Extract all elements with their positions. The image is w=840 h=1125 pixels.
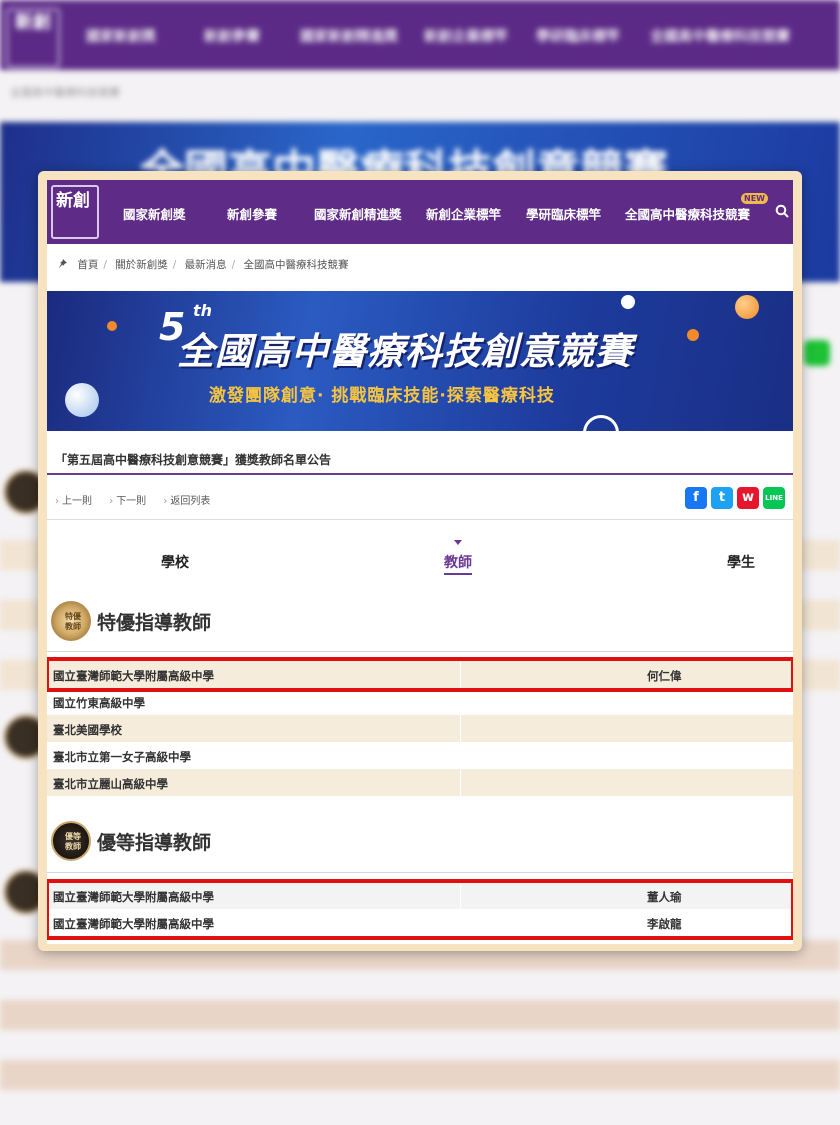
table-row: 臺北美國學校 [47, 715, 793, 742]
new-badge: NEW [741, 193, 768, 204]
black-medal-icon: 優等教師 [51, 821, 91, 861]
bg-nav-item: 新創參賽 [204, 29, 260, 45]
nav-enterprise[interactable]: 新創企業標竿 [426, 204, 501, 223]
table-row: 國立竹東高級中學 [47, 688, 793, 715]
table-row: 臺北市立第一女子高級中學 [47, 742, 793, 769]
section-title-special: 特優指導教師 [97, 612, 212, 634]
section-title-excellent: 優等指導教師 [97, 832, 212, 854]
tab-student[interactable]: 學生 [727, 552, 755, 572]
school-cell: 臺北市立麗山高級中學 [53, 777, 168, 791]
breadcrumb-news[interactable]: 最新消息 [185, 259, 227, 271]
decor-sphere [107, 321, 117, 331]
bg-nav-item: 學研臨床標竿 [536, 29, 620, 45]
weibo-share-icon[interactable]: w [737, 487, 759, 509]
table-row: 臺北市立麗山高級中學 [47, 769, 793, 796]
bg-logo: 新創 [6, 8, 60, 68]
twitter-share-icon[interactable]: t [711, 487, 733, 509]
contest-banner: 5 th 全國高中醫療科技創意競賽 激發團隊創意· 挑戰臨床技能·探索醫療科技 [47, 291, 793, 431]
tab-school[interactable]: 學校 [161, 552, 189, 572]
decor-sphere [65, 383, 99, 417]
nav-clinical[interactable]: 學研臨床標竿 [526, 204, 601, 223]
announcement-title: 「第五屆高中醫療科技創意競賽」獲獎教師名單公告 [55, 453, 332, 467]
next-link[interactable]: › 下一則 [109, 496, 146, 507]
nav-national-award[interactable]: 國家新創獎 [123, 204, 186, 223]
banner-title: 全國高中醫療科技創意競賽 [177, 330, 633, 373]
section-divider [47, 651, 793, 652]
breadcrumb-about[interactable]: 關於新創獎 [115, 259, 168, 271]
title-divider [47, 473, 793, 475]
school-cell: 國立竹東高級中學 [53, 696, 145, 710]
highlight-box [47, 879, 793, 940]
back-to-list-link[interactable]: › 返回列表 [163, 496, 210, 507]
bg-nav-item: 新創企業標竿 [424, 29, 508, 45]
decor-ring [583, 415, 619, 431]
nav-highschool-contest[interactable]: 全國高中醫療科技競賽 [625, 204, 750, 223]
breadcrumb: 首頁 / 關於新創獎 / 最新消息 / 全國高中醫療科技競賽 [57, 257, 349, 272]
nav-progress-award[interactable]: 國家新創精進獎 [314, 204, 402, 223]
page-viewport: 新創 國家新創獎 新創參賽 國家新創精進獎 新創企業標竿 學研臨床標竿 全國高中… [47, 180, 793, 944]
bg-line-share-icon [804, 340, 830, 366]
bg-row [0, 1000, 840, 1030]
school-cell: 臺北美國學校 [53, 723, 122, 737]
active-tab-caret-icon [454, 540, 462, 545]
breadcrumb-current: 全國高中醫療科技競賽 [243, 259, 349, 271]
bg-nav-item: 國家新創獎 [86, 29, 156, 45]
tab-teacher[interactable]: 教師 [444, 552, 472, 575]
gold-medal-icon: 特優教師 [51, 601, 91, 641]
bg-nav-item: 國家新創精進獎 [300, 29, 398, 45]
prev-link[interactable]: › 上一則 [55, 496, 92, 507]
site-header: 新創 國家新創獎 新創參賽 國家新創精進獎 新創企業標竿 學研臨床標竿 全國高中… [47, 180, 793, 244]
search-icon[interactable] [775, 204, 789, 218]
bg-row [0, 1060, 840, 1090]
highlight-box [47, 657, 793, 692]
banner-subtitle: 激發團隊創意· 挑戰臨床技能·探索醫療科技 [209, 386, 555, 406]
announcement-nav: › 上一則 › 下一則 › 返回列表 [55, 492, 224, 507]
nav-divider [47, 519, 793, 520]
nav-entry[interactable]: 新創參賽 [227, 204, 277, 223]
facebook-share-icon[interactable]: f [685, 487, 707, 509]
banner-edition-suffix: th [193, 301, 213, 320]
bg-breadcrumb: 全國高中醫療科技競賽 [10, 86, 120, 99]
decor-sphere [735, 295, 759, 319]
decor-sphere [687, 329, 699, 341]
breadcrumb-home[interactable]: 首頁 [77, 259, 98, 271]
bg-nav-item: 全國高中醫療科技競賽 [650, 29, 790, 45]
line-share-icon[interactable]: LINE [763, 487, 785, 509]
section-divider [47, 872, 793, 873]
pin-icon [58, 259, 67, 269]
screenshot-card: 新創 國家新創獎 新創參賽 國家新創精進獎 新創企業標竿 學研臨床標竿 全國高中… [38, 171, 802, 951]
decor-sphere [621, 295, 635, 309]
school-cell: 臺北市立第一女子高級中學 [53, 750, 191, 764]
site-logo[interactable]: 新創 [51, 185, 99, 239]
